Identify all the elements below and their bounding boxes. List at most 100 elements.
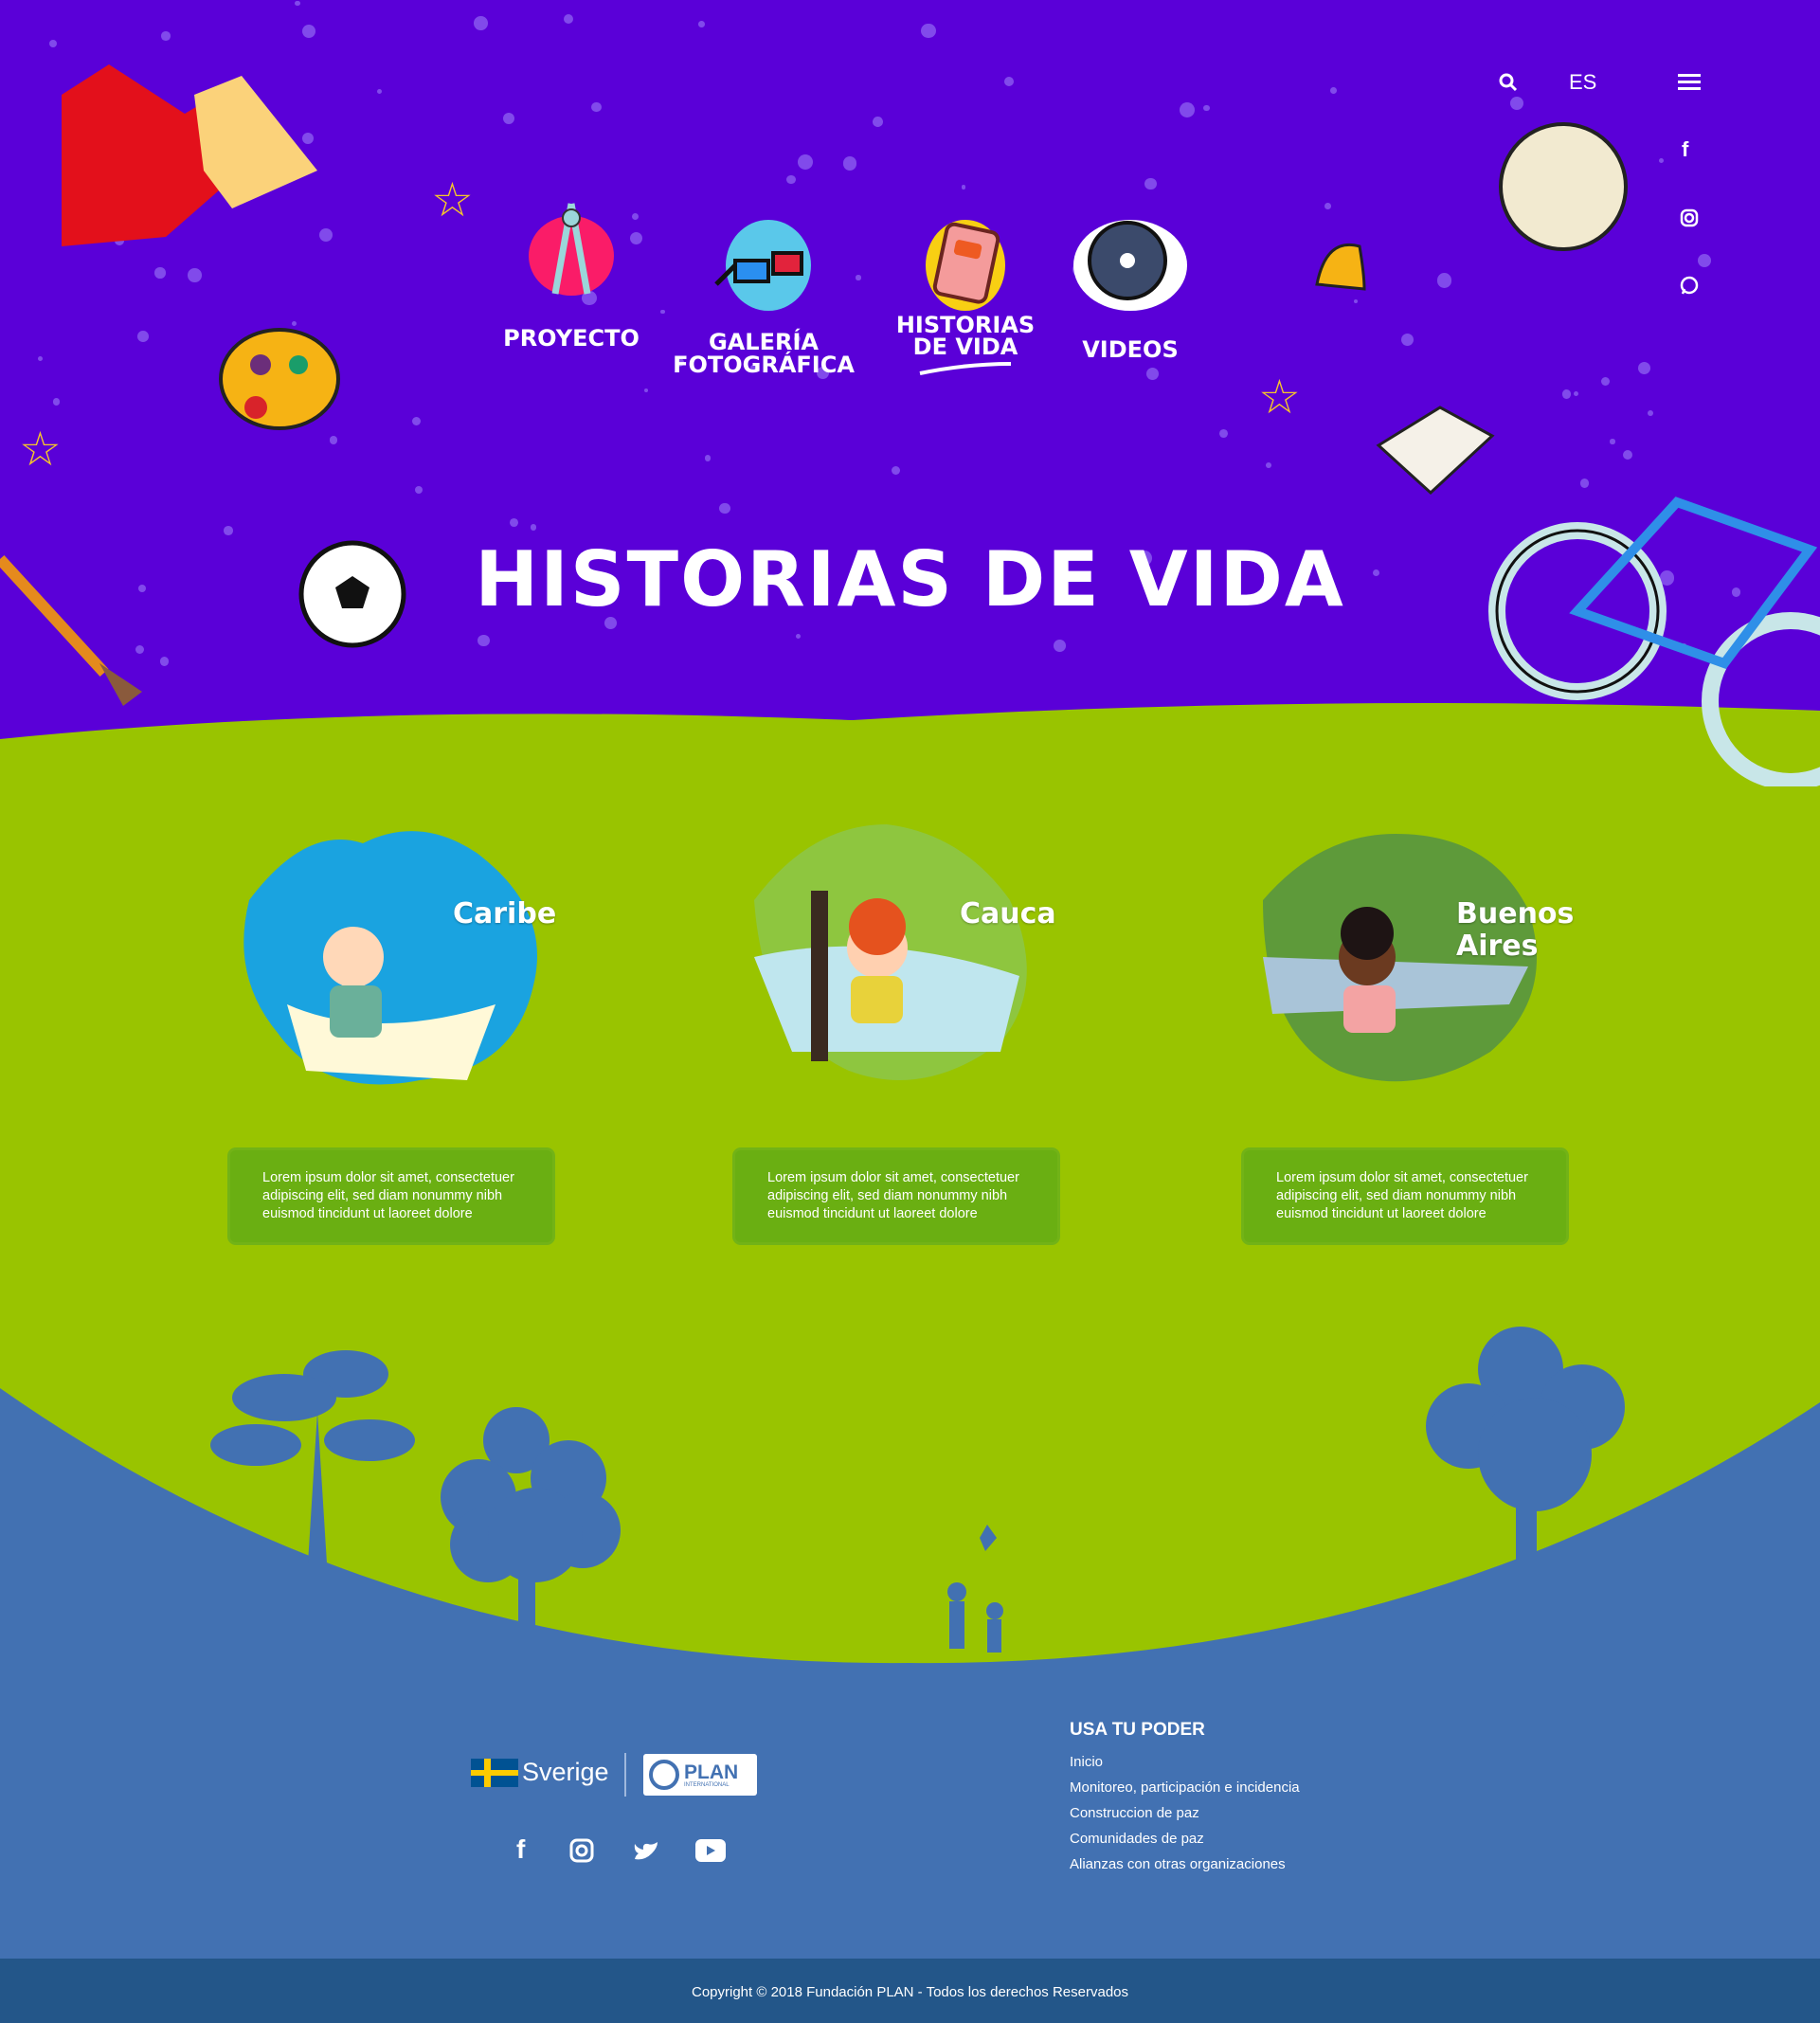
sky-dot (1003, 76, 1014, 86)
footer-link-comunidades[interactable]: Comunidades de paz (1070, 1831, 1204, 1847)
footer-link-alianzas[interactable]: Alianzas con otras organizaciones (1070, 1856, 1286, 1872)
sky-dot (961, 185, 965, 190)
sky-dot (509, 517, 518, 527)
star-icon: ☆ (1258, 370, 1301, 424)
sky-dot (704, 455, 712, 461)
sky-dot (478, 634, 490, 647)
sky-dot (154, 267, 166, 279)
sky-dot (1053, 640, 1066, 652)
nav-label: GALERÍA FOTOGRÁFICA (673, 329, 855, 378)
story-card-cauca[interactable]: Cauca Lorem ipsum dolor sit amet, consec… (735, 815, 1057, 1242)
sky-dot (37, 355, 43, 361)
plan-international-logo: PLAN INTERNATIONAL (643, 1754, 757, 1796)
sky-dot (1144, 177, 1157, 190)
film-reel-icon (1073, 220, 1187, 311)
sky-dot (786, 174, 796, 185)
nav-videos[interactable]: VIDEOS (1036, 213, 1225, 361)
book-icon (926, 220, 1005, 311)
sky-dot (1400, 333, 1414, 346)
sky-dot (1324, 202, 1332, 209)
footer-youtube-icon[interactable] (695, 1839, 726, 1862)
story-name: Caribe (453, 897, 557, 930)
sverige-text: Sverige (522, 1758, 609, 1786)
plan-text: PLAN (684, 1761, 739, 1783)
child-illustration (754, 824, 1027, 1080)
nav-galeria[interactable]: GALERÍA FOTOGRÁFICA (669, 213, 858, 376)
footer-instagram-icon[interactable] (569, 1838, 594, 1863)
sky-dot (1509, 96, 1523, 110)
sky-dot (1203, 104, 1210, 112)
sky-dot (160, 657, 170, 666)
copyright-text: Copyright © 2018 Fundación PLAN - Todos … (691, 1984, 1129, 2000)
sky-dot (1218, 428, 1228, 438)
story-image[interactable]: Caribe (230, 815, 556, 1118)
paint-palette-icon (219, 328, 340, 430)
sky-dot (698, 21, 705, 28)
story-card-caribe[interactable]: Caribe Lorem ipsum dolor sit amet, conse… (230, 815, 556, 1242)
story-card-buenos-aires[interactable]: Buenos Aires Lorem ipsum dolor sit amet,… (1244, 815, 1575, 1242)
sky-dot (1600, 376, 1610, 386)
instagram-icon[interactable] (1680, 208, 1699, 227)
sky-dot (921, 23, 936, 39)
nav-historias[interactable]: HISTORIAS DE VIDA (880, 213, 1051, 375)
sky-dot (473, 16, 488, 30)
glasses-icon (714, 220, 811, 311)
sky-dot (872, 117, 883, 128)
search-icon[interactable] (1499, 73, 1518, 92)
whatsapp-icon[interactable] (1680, 276, 1699, 295)
swedish-flag-icon (471, 1758, 518, 1787)
sky-dot (1436, 273, 1452, 288)
active-underline (919, 362, 1012, 375)
tree-silhouette (210, 1350, 415, 1563)
sverige-logo: Sverige (471, 1758, 609, 1787)
sky-dot (1658, 158, 1664, 163)
story-name: Cauca (960, 897, 1056, 930)
sky-dot (1610, 439, 1615, 444)
sky-dot (798, 154, 814, 170)
footer-twitter-icon[interactable] (633, 1840, 659, 1863)
story-text: Lorem ipsum dolor sit amet, consectetuer… (735, 1150, 1057, 1242)
sky-dot (301, 25, 315, 39)
child-illustration (243, 831, 537, 1085)
sky-dot (136, 330, 149, 342)
origami-heart-icon (62, 64, 317, 246)
logo-divider (624, 1753, 626, 1797)
bell-icon (1315, 244, 1366, 291)
sky-dot (591, 101, 602, 113)
story-name: Buenos Aires (1456, 897, 1575, 963)
piggy-bank-icon (1499, 122, 1628, 251)
sky-dot (719, 503, 730, 515)
sky-dot (329, 436, 338, 444)
footer-link-inicio[interactable]: Inicio (1070, 1754, 1103, 1770)
children-kite-silhouette (947, 1525, 1003, 1653)
footer-link-construccion[interactable]: Construccion de paz (1070, 1805, 1199, 1821)
sky-dot (1561, 389, 1572, 399)
tree-silhouette (1426, 1327, 1625, 1568)
sky-dot (415, 485, 423, 494)
sky-dot (319, 227, 333, 242)
nav-proyecto[interactable]: PROYECTO (477, 194, 666, 350)
facebook-icon[interactable]: f (1682, 137, 1688, 162)
plan-logo-icon (649, 1760, 679, 1790)
sky-dot (295, 0, 300, 7)
sky-dot (376, 88, 382, 94)
footer-link-monitoreo[interactable]: Monitoreo, participación e incidencia (1070, 1779, 1300, 1796)
sky-dot (1574, 390, 1578, 396)
star-icon: ☆ (431, 173, 474, 226)
nav-label: PROYECTO (503, 325, 640, 352)
language-selector[interactable]: ES (1569, 70, 1596, 95)
sky-dot (161, 31, 171, 41)
sky-dot (1180, 101, 1196, 117)
story-image[interactable]: Cauca (735, 815, 1057, 1118)
nav-label: HISTORIAS DE VIDA (895, 312, 1036, 360)
menu-icon[interactable] (1678, 73, 1701, 92)
tree-silhouette (441, 1407, 621, 1630)
nav-label: VIDEOS (1082, 336, 1179, 363)
footer-facebook-icon[interactable]: f (516, 1834, 525, 1865)
story-image[interactable]: Buenos Aires (1244, 815, 1575, 1118)
sky-dot (891, 465, 900, 475)
story-text: Lorem ipsum dolor sit amet, consectetuer… (1244, 1150, 1566, 1242)
page-title: HISTORIAS DE VIDA (475, 535, 1345, 623)
story-text: Lorem ipsum dolor sit amet, consectetuer… (230, 1150, 552, 1242)
sky-dot (224, 526, 234, 535)
